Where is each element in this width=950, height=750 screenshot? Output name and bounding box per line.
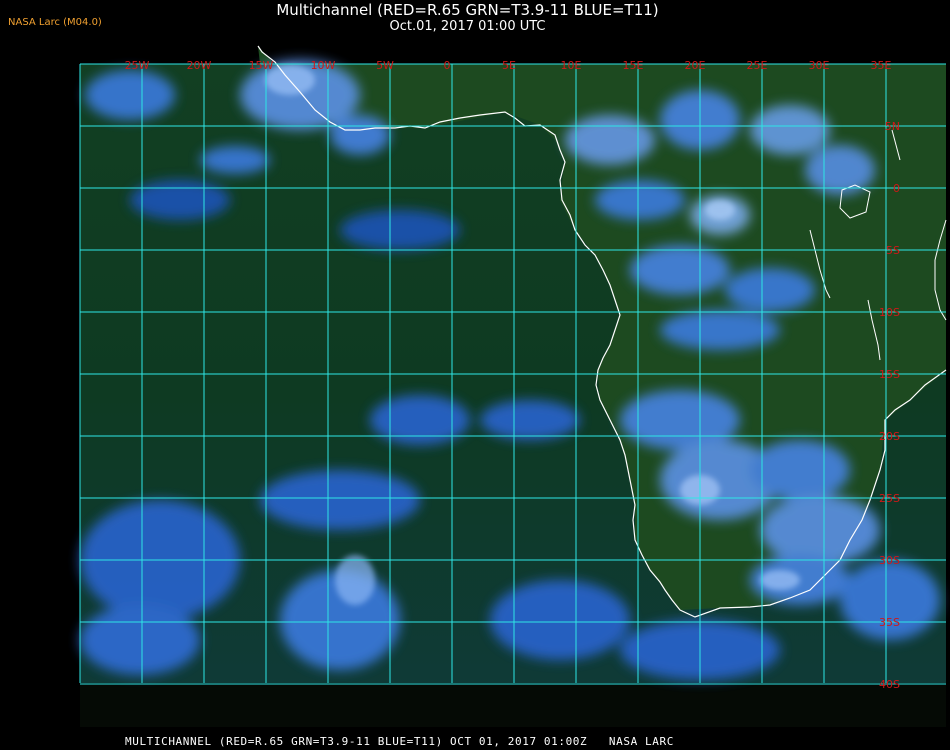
longitude-label: 15E — [623, 59, 644, 72]
no-data-strip — [80, 683, 946, 727]
longitude-label: 10E — [561, 59, 582, 72]
latitude-label: 5N — [885, 120, 900, 133]
latitude-label: 15S — [879, 368, 900, 381]
satellite-map: 25W 20W 15W 10W 5W 0 5E 10E 15E 20E 25E 30E 35E 5N 0 5… — [0, 0, 950, 730]
satellite-image: 25W 20W 15W 10W 5W 0 5E 10E 15E 20E 25E 30E 35E 5N 0 5… — [79, 45, 947, 727]
longitude-label: 20W — [187, 59, 212, 72]
latitude-label: 35S — [879, 616, 900, 629]
longitude-label: 10W — [311, 59, 336, 72]
longitude-label: 25W — [125, 59, 150, 72]
longitude-label: 15W — [249, 59, 274, 72]
longitude-label: 20E — [685, 59, 706, 72]
longitude-label: 35E — [871, 59, 892, 72]
footer-caption: MULTICHANNEL (RED=R.65 GRN=T3.9-11 BLUE=… — [125, 735, 674, 748]
latitude-label: 0 — [893, 182, 900, 195]
longitude-label: 30E — [809, 59, 830, 72]
longitude-label: 5W — [376, 59, 394, 72]
latitude-label: 30S — [879, 554, 900, 567]
latitude-label: 20S — [879, 430, 900, 443]
latitude-label: 10S — [879, 306, 900, 319]
latitude-label: 25S — [879, 492, 900, 505]
latitude-label: 40S — [879, 678, 900, 691]
longitude-label: 0 — [444, 59, 451, 72]
longitude-label: 25E — [747, 59, 768, 72]
longitude-label: 5E — [502, 59, 516, 72]
latitude-label: 5S — [886, 244, 900, 257]
